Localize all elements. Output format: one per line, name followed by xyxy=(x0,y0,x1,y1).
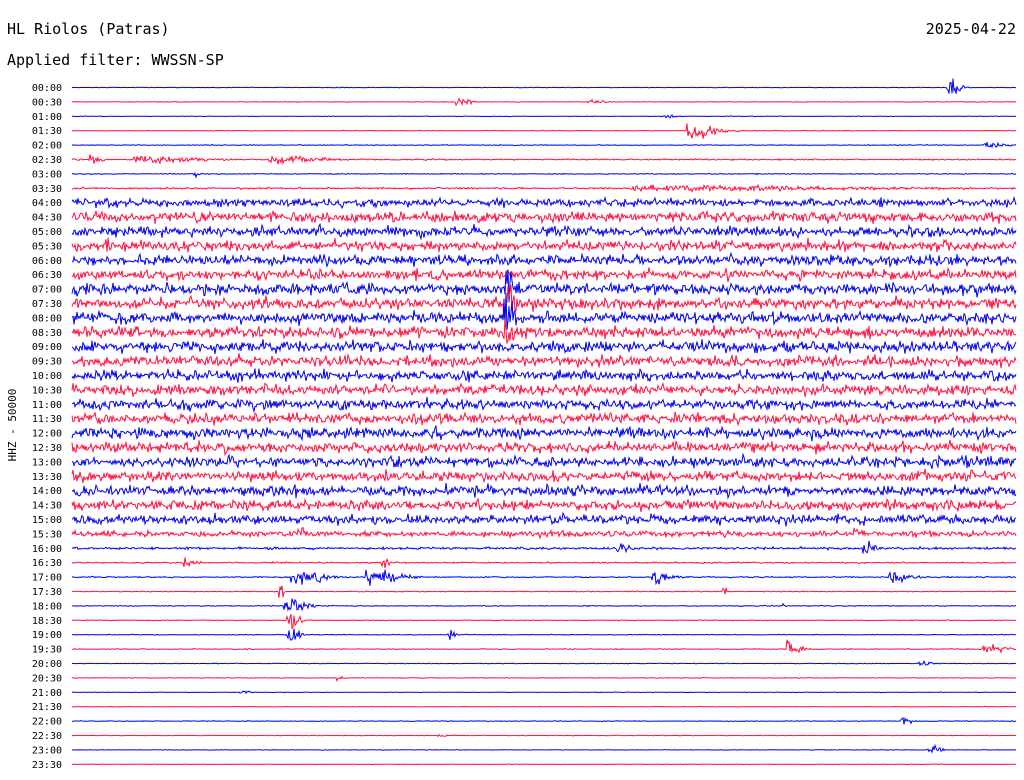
time-tick-label: 11:00 xyxy=(32,400,62,411)
seismogram-trace xyxy=(71,141,1017,149)
seismogram-trace xyxy=(71,763,1017,766)
time-tick-labels: 00:00 00:30 01:00 01:30 02:00 02:30 03:00 03:30… xyxy=(32,83,62,771)
seismogram-trace xyxy=(72,690,1016,695)
time-tick-label: 01:00 xyxy=(32,112,62,123)
time-tick-label: 21:30 xyxy=(32,702,62,713)
time-tick-label: 00:00 xyxy=(32,83,62,94)
seismogram-trace xyxy=(71,237,1017,253)
seismogram-trace xyxy=(71,319,1017,345)
seismogram-trace xyxy=(71,569,1017,586)
seismogram-trace xyxy=(71,425,1017,442)
time-tick-label: 15:00 xyxy=(32,515,62,526)
time-tick-label: 07:30 xyxy=(32,299,62,310)
seismogram-trace xyxy=(71,497,1017,513)
seismogram-trace xyxy=(71,396,1017,414)
seismogram-trace xyxy=(71,613,1016,630)
seismogram-trace xyxy=(71,628,1017,641)
time-tick-label: 10:30 xyxy=(32,385,62,396)
time-tick-label: 13:00 xyxy=(32,457,62,468)
time-tick-label: 16:00 xyxy=(32,544,62,555)
seismogram-trace xyxy=(71,251,1017,269)
time-tick-label: 12:30 xyxy=(32,443,62,454)
time-tick-label: 22:00 xyxy=(32,717,62,728)
time-tick-label: 05:30 xyxy=(32,241,62,252)
time-tick-label: 05:00 xyxy=(32,227,62,238)
seismogram-trace xyxy=(71,171,1017,179)
seismogram-trace xyxy=(71,97,1017,107)
seismogram-trace xyxy=(71,154,1016,166)
time-tick-label: 11:30 xyxy=(32,414,62,425)
time-tick-label: 09:30 xyxy=(32,357,62,368)
time-tick-label: 00:30 xyxy=(32,97,62,108)
seismogram-trace xyxy=(71,78,1017,94)
time-tick-label: 21:00 xyxy=(32,688,62,699)
time-tick-label: 07:00 xyxy=(32,285,62,296)
time-tick-label: 22:30 xyxy=(32,731,62,742)
time-tick-label: 19:30 xyxy=(32,645,62,656)
seismogram-trace xyxy=(71,353,1017,369)
time-tick-label: 17:00 xyxy=(32,573,62,584)
helicorder-plot: 00:00 00:30 01:00 01:30 02:00 02:30 03:00 03:30… xyxy=(6,78,1017,771)
seismogram-trace xyxy=(71,452,1017,470)
seismogram-trace xyxy=(71,222,1017,241)
seismogram-trace xyxy=(71,705,1017,708)
seismogram-trace xyxy=(71,368,1017,383)
seismogram-trace xyxy=(71,339,1017,355)
time-tick-label: 09:00 xyxy=(32,342,62,353)
time-tick-label: 06:00 xyxy=(32,256,62,267)
time-tick-label: 23:30 xyxy=(32,760,62,771)
seismogram-trace xyxy=(71,123,1017,139)
seismogram-trace xyxy=(72,733,1017,738)
time-tick-label: 08:00 xyxy=(32,313,62,324)
time-tick-label: 06:30 xyxy=(32,270,62,281)
seismogram-trace xyxy=(71,382,1017,398)
time-tick-label: 16:30 xyxy=(32,558,62,569)
time-tick-label: 02:00 xyxy=(32,141,62,152)
seismogram-trace xyxy=(71,639,1017,655)
time-tick-label: 02:30 xyxy=(32,155,62,166)
seismogram-trace xyxy=(71,468,1017,484)
time-tick-label: 01:30 xyxy=(32,126,62,137)
seismogram-trace xyxy=(72,675,1016,683)
seismogram-trace xyxy=(71,439,1017,457)
seismogram-trace xyxy=(71,195,1017,210)
seismogram-trace xyxy=(71,526,1017,540)
time-tick-label: 14:30 xyxy=(32,501,62,512)
time-tick-label: 10:00 xyxy=(32,371,62,382)
seismogram-trace xyxy=(71,585,1016,598)
time-tick-label: 14:00 xyxy=(32,486,62,497)
seismogram-trace xyxy=(71,743,1017,754)
time-tick-label: 03:00 xyxy=(32,169,62,180)
time-tick-label: 03:30 xyxy=(32,184,62,195)
seismogram-trace xyxy=(71,411,1017,427)
time-tick-label: 17:30 xyxy=(32,587,62,598)
time-tick-label: 15:30 xyxy=(32,529,62,540)
seismogram-traces xyxy=(71,78,1017,766)
time-tick-label: 08:30 xyxy=(32,328,62,339)
time-tick-label: 20:30 xyxy=(32,673,62,684)
seismogram-trace xyxy=(71,482,1017,500)
seismogram-trace xyxy=(72,114,1017,119)
time-tick-label: 13:30 xyxy=(32,472,62,483)
time-tick-label: 18:30 xyxy=(32,616,62,627)
seismogram-trace xyxy=(71,511,1017,527)
time-tick-label: 18:00 xyxy=(32,601,62,612)
time-tick-label: 04:00 xyxy=(32,198,62,209)
time-tick-label: 12:00 xyxy=(32,429,62,440)
seismogram-trace xyxy=(71,266,1017,283)
seismogram-trace xyxy=(71,660,1017,667)
time-tick-label: 04:30 xyxy=(32,213,62,224)
time-tick-label: 19:00 xyxy=(32,630,62,641)
seismogram-trace xyxy=(71,598,1016,612)
seismogram-trace xyxy=(71,183,1017,193)
time-tick-label: 20:00 xyxy=(32,659,62,670)
seismogram-trace xyxy=(71,716,1017,725)
seismogram-trace xyxy=(71,557,1017,569)
channel-axis-label: HHZ - 50000 xyxy=(6,389,19,462)
seismogram-trace xyxy=(71,209,1017,225)
seismogram-trace xyxy=(72,540,1017,554)
time-tick-label: 23:00 xyxy=(32,745,62,756)
